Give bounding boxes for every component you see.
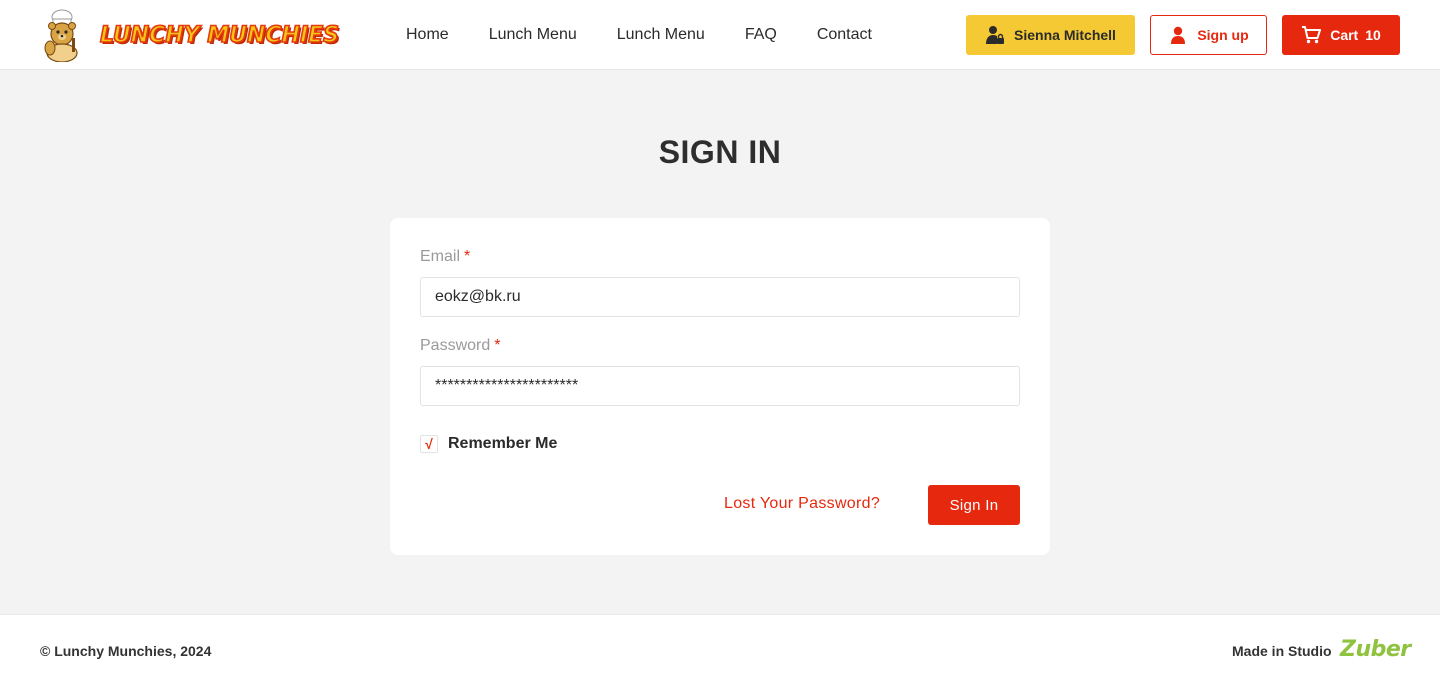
site-footer: © Lunchy Munchies, 2024 Made in Studio Z… [0, 614, 1440, 685]
cart-count-badge: 10 [1365, 27, 1381, 43]
email-input[interactable] [420, 277, 1020, 317]
required-mark: * [464, 248, 471, 265]
copyright-text: © Lunchy Munchies, 2024 [40, 643, 212, 659]
nav-lunch-menu-2[interactable]: Lunch Menu [597, 26, 725, 44]
nav-contact[interactable]: Contact [797, 26, 892, 44]
remember-me-option[interactable]: √ Remember Me [420, 435, 557, 453]
remember-me-label: Remember Me [448, 435, 558, 452]
page-title: SIGN IN [658, 134, 782, 170]
email-label: Email * [420, 248, 470, 266]
remember-me-checkbox[interactable]: √ [420, 435, 438, 453]
nav-home[interactable]: Home [386, 26, 469, 44]
email-label-text: Email [420, 248, 461, 265]
cart-button-label: Cart [1330, 27, 1359, 43]
user-icon [1168, 25, 1188, 45]
user-lock-icon [985, 25, 1005, 45]
user-button-label: Sienna Mitchell [1014, 27, 1116, 43]
password-label-text: Password [420, 337, 491, 354]
chef-bear-mascot-icon [44, 9, 78, 62]
made-in-studio-text: Made in Studio [1232, 643, 1332, 659]
user-account-button[interactable]: Sienna Mitchell [966, 15, 1135, 55]
password-label: Password * [420, 337, 500, 355]
required-mark: * [494, 337, 501, 354]
site-logo[interactable]: LUNCHY MUNCHIES [38, 8, 340, 62]
site-header: LUNCHY MUNCHIES Home Lunch Menu Lunch Me… [0, 0, 1440, 70]
main-nav: Home Lunch Menu Lunch Menu FAQ Contact [386, 0, 892, 70]
cart-button[interactable]: Cart 10 [1282, 15, 1400, 55]
password-input[interactable] [420, 366, 1020, 406]
cart-icon [1301, 25, 1322, 45]
signin-form-card: Email* Password* √ Remember Me Lost Your… [390, 218, 1050, 555]
studio-logo[interactable]: Zuber [1340, 637, 1411, 662]
lost-password-link[interactable]: Lost Your Password? [724, 495, 880, 513]
nav-faq[interactable]: FAQ [725, 26, 797, 44]
signup-button-label: Sign up [1197, 27, 1249, 43]
signin-button[interactable]: Sign In [928, 485, 1020, 525]
signup-button[interactable]: Sign up [1150, 15, 1267, 55]
nav-lunch-menu[interactable]: Lunch Menu [469, 26, 597, 44]
logo-wordmark: LUNCHY MUNCHIES [99, 22, 340, 49]
